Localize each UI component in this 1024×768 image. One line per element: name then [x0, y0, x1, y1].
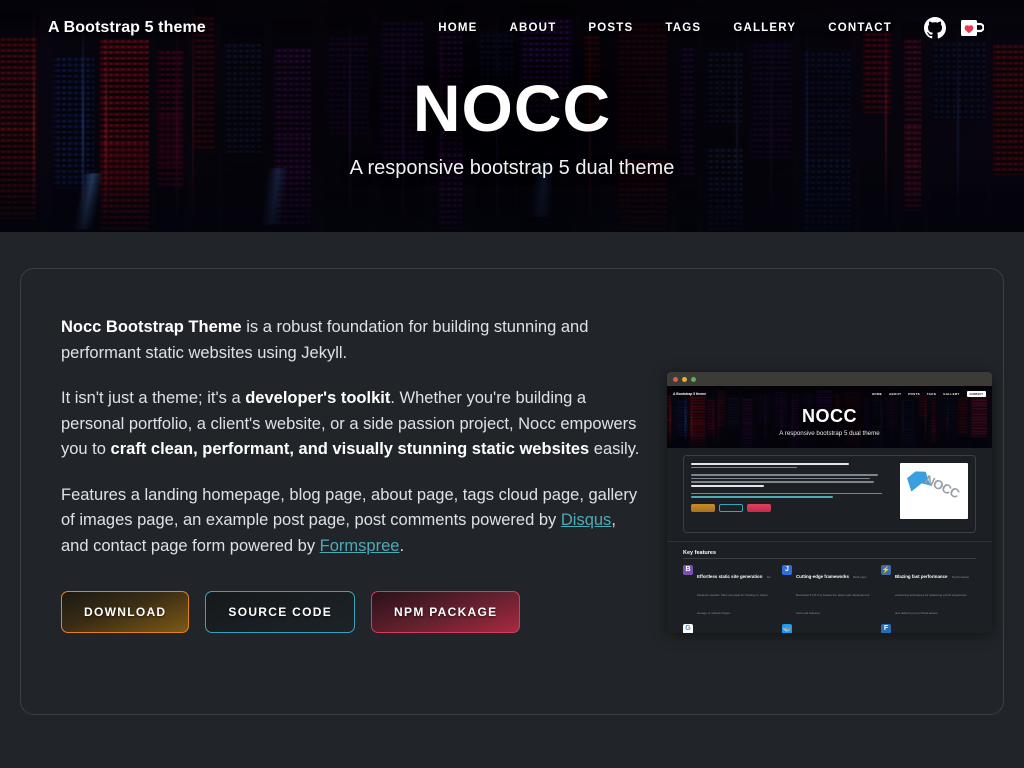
page-body: Nocc Bootstrap Theme is a robust foundat… — [0, 232, 1024, 768]
preview-intro-card: NOCC — [683, 455, 976, 533]
paragraph-3: Features a landing homepage, blog page, … — [61, 483, 647, 560]
preview-line — [691, 477, 870, 480]
preview-feature-body: No backend needed. Sites are ideal for h… — [697, 574, 771, 615]
preview-nav-gallery: GALLERY — [943, 392, 960, 396]
paragraph-1-lead: Nocc Bootstrap Theme — [61, 318, 242, 336]
paragraph-1: Nocc Bootstrap Theme is a robust foundat… — [61, 315, 647, 366]
file-icon: F — [881, 623, 891, 633]
window-close-dot — [673, 376, 678, 382]
google-fonts-icon: G — [683, 623, 693, 633]
preview-feature-item: B Effortless static site generation No b… — [683, 564, 774, 619]
preview-feature-title: Complete font control — [697, 633, 743, 634]
buy-me-a-coffee-icon[interactable] — [960, 17, 985, 39]
preview-source-button — [719, 503, 743, 512]
preview-nav-about: ABOUT — [889, 392, 902, 396]
preview-button-row — [691, 503, 894, 512]
paragraph-2-bold1: developer's toolkit — [245, 389, 391, 407]
preview-logo-text: NOCC — [922, 471, 962, 502]
preview-feature-item: G Complete font control Host your own we… — [683, 623, 774, 634]
paragraph-3-part3: . — [399, 536, 405, 555]
preview-nav-home: HOME — [871, 392, 883, 396]
preview-column: A Bootstrap 5 theme HOME ABOUT POSTS TAG… — [667, 315, 992, 684]
preview-nav-tags: TAGS — [926, 392, 937, 396]
preview-features-section: Key features B Effortless static site ge… — [667, 542, 992, 633]
preview-hero-text: NOCC A responsive bootstrap 5 dual theme — [667, 406, 992, 437]
preview-nav-posts: POSTS — [908, 392, 920, 396]
bootstrap-icon: B — [683, 564, 693, 575]
page-subtitle: A responsive bootstrap 5 dual theme — [349, 157, 675, 180]
npm-package-button[interactable]: NPM PACKAGE — [371, 591, 521, 633]
paragraph-2: It isn't just a theme; it's a developer'… — [61, 386, 647, 463]
navbar: A Bootstrap 5 theme HOME ABOUT POSTS TAG… — [0, 0, 1024, 56]
navbar-icons — [924, 17, 985, 39]
cta-button-row: DOWNLOAD SOURCE CODE NPM PACKAGE — [61, 591, 647, 633]
nav-link-posts[interactable]: POSTS — [572, 22, 649, 34]
paragraph-2-part1: It isn't just a theme; it's a — [61, 389, 246, 407]
speed-icon: ⚡ — [881, 564, 891, 575]
github-icon[interactable] — [924, 17, 946, 39]
docker-icon: 🐳 — [782, 623, 792, 633]
preview-nav-links: HOME ABOUT POSTS TAGS GALLERY CONTACT — [872, 391, 986, 397]
preview-feature-item: ⚡ Blazing fast performance Performance e… — [881, 564, 972, 619]
preview-text-lines — [691, 463, 894, 525]
jekyll-icon: J — [782, 564, 792, 575]
preview-brand: A Bootstrap 5 theme — [673, 392, 707, 396]
preview-feature-title: Effortless static site generation — [697, 573, 763, 579]
hero-section: A Bootstrap 5 theme HOME ABOUT POSTS TAG… — [0, 0, 1024, 232]
formspree-link[interactable]: Formspree — [320, 537, 400, 555]
preview-feature-item: J Cutting-edge frameworks Built upon Boo… — [782, 564, 873, 619]
preview-line — [691, 484, 765, 487]
navbar-links: HOME ABOUT POSTS TAGS GALLERY CONTACT — [422, 17, 985, 39]
preview-nav-contact: CONTACT — [966, 391, 986, 397]
preview-feature-item: 🐳 Local environment built-in — [782, 623, 873, 634]
preview-navbar: A Bootstrap 5 theme HOME ABOUT POSTS TAG… — [667, 386, 992, 402]
preview-line — [691, 466, 797, 469]
preview-title: NOCC — [802, 406, 857, 426]
preview-logo-card: NOCC — [900, 463, 968, 519]
preview-line — [691, 481, 874, 483]
preview-line — [691, 492, 882, 495]
paragraph-2-part3: easily. — [589, 440, 640, 458]
navbar-brand[interactable]: A Bootstrap 5 theme — [48, 19, 206, 37]
disqus-link[interactable]: Disqus — [561, 511, 611, 529]
preview-feature-body: Performance enhancing techniques for del… — [895, 574, 970, 615]
download-button[interactable]: DOWNLOAD — [61, 591, 190, 633]
paragraph-2-bold2: craft clean, performant, and visually st… — [110, 440, 590, 458]
nav-link-home[interactable]: HOME — [422, 22, 493, 34]
preview-feature-title: Local environment built-in — [796, 633, 851, 634]
preview-window-body: A Bootstrap 5 theme HOME ABOUT POSTS TAG… — [667, 386, 992, 633]
preview-feature-title: Blazing fast performance — [895, 573, 948, 579]
nav-link-gallery[interactable]: GALLERY — [717, 22, 812, 34]
preview-download-button — [691, 503, 715, 512]
window-minimize-dot — [682, 376, 687, 382]
preview-feature-title: Next-generation file types — [895, 633, 949, 634]
window-maximize-dot — [691, 376, 696, 382]
preview-feature-body: Built upon Bootstrap 5 (v5.3.x) boasts t… — [796, 574, 870, 615]
preview-features-grid: B Effortless static site generation No b… — [683, 564, 976, 634]
preview-npm-button — [747, 503, 771, 512]
preview-features-title: Key features — [683, 550, 717, 556]
hero-text: NOCC A responsive bootstrap 5 dual theme — [0, 71, 1024, 180]
source-code-button[interactable]: SOURCE CODE — [205, 591, 356, 633]
preview-window-titlebar — [667, 372, 992, 386]
preview-feature-title: Cutting-edge frameworks — [796, 573, 849, 579]
preview-hero: A Bootstrap 5 theme HOME ABOUT POSTS TAG… — [667, 386, 992, 448]
nav-link-contact[interactable]: CONTACT — [812, 22, 908, 34]
preview-line — [691, 463, 850, 465]
nav-link-about[interactable]: ABOUT — [494, 22, 573, 34]
theme-preview-screenshot[interactable]: A Bootstrap 5 theme HOME ABOUT POSTS TAG… — [667, 372, 992, 633]
intro-text-column: Nocc Bootstrap Theme is a robust foundat… — [61, 315, 647, 684]
preview-feature-item: F Next-generation file types Generates u… — [881, 623, 972, 634]
nav-link-tags[interactable]: TAGS — [649, 22, 717, 34]
page-title: NOCC — [412, 71, 612, 145]
intro-card: Nocc Bootstrap Theme is a robust foundat… — [20, 268, 1004, 715]
preview-features-rule — [683, 558, 976, 559]
preview-line — [691, 474, 878, 476]
preview-subtitle: A responsive bootstrap 5 dual theme — [779, 430, 880, 437]
paragraph-3-part1: Features a landing homepage, blog page, … — [61, 485, 638, 530]
preview-line — [691, 496, 834, 498]
